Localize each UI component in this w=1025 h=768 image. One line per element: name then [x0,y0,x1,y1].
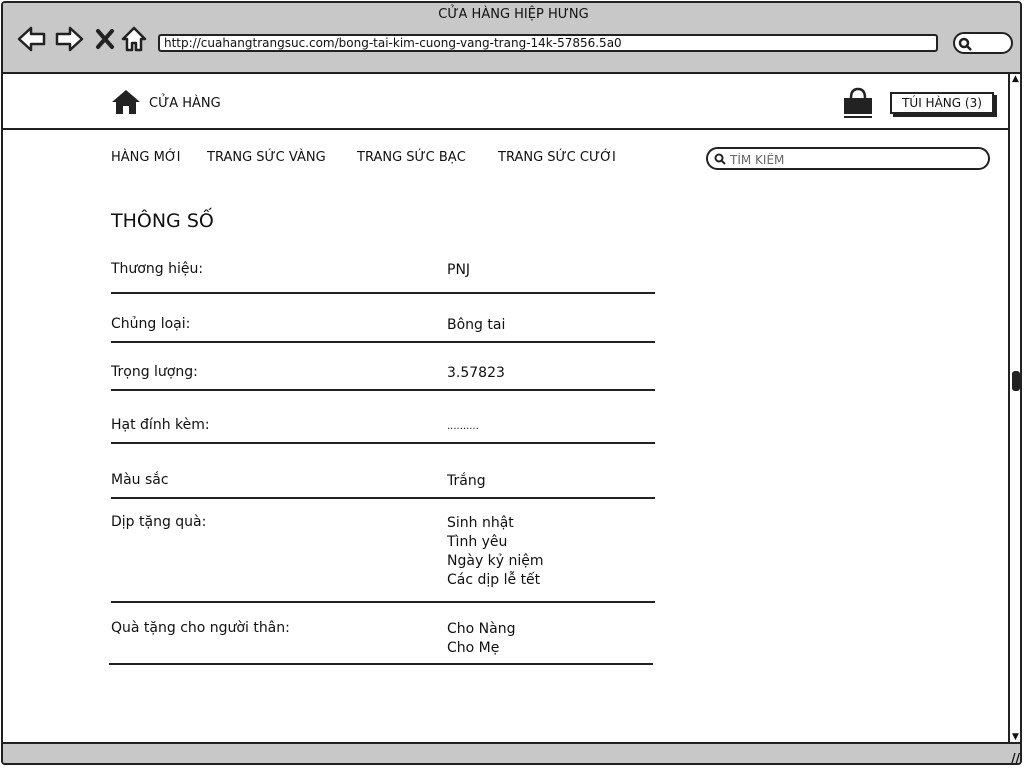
search-icon [714,153,726,165]
divider [111,341,655,343]
divider [111,442,655,444]
search-input[interactable] [728,150,982,169]
browser-search[interactable] [953,32,1013,54]
shopping-bag-icon[interactable] [841,86,875,124]
site-header: CỬA HÀNG TÚI HÀNG (3) [3,74,1008,130]
spec-value: Sinh nhật Tình yêu Ngày kỷ niệm Các dịp … [447,515,544,588]
scroll-thumb[interactable] [1012,371,1020,391]
search-icon [958,37,972,51]
divider [111,389,655,391]
specs-title: THÔNG SỐ [111,210,214,232]
menu-gold-jewelry[interactable]: TRANG SỨC VÀNG [207,150,326,165]
page-content: CỬA HÀNG TÚI HÀNG (3) HÀNG MỚI TRANG SỨC… [3,74,1008,742]
spec-label: Chủng loại: [111,316,191,332]
divider [109,663,653,665]
spec-value: Bông tai [447,317,506,333]
resize-grip-icon[interactable]: // [1011,751,1020,763]
spec-value: .......... [447,421,479,432]
spec-value: Trắng [447,473,486,489]
home-logo-icon[interactable] [111,89,141,119]
menu-wedding-jewelry[interactable]: TRANG SỨC CƯỚI [498,150,616,165]
divider [111,292,655,294]
vertical-scrollbar[interactable]: ▲ ▼ [1008,74,1020,742]
address-bar[interactable]: http://cuahangtrangsuc.com/bong-tai-kim-… [158,34,938,52]
spec-value: 3.57823 [447,365,505,381]
browser-toolbar: CỬA HÀNG HIỆP HƯNG http://cuahangtrangsu… [3,3,1020,74]
spec-label: Dịp tặng quà: [111,514,207,530]
spec-value: PNJ [447,262,471,278]
menu-silver-jewelry[interactable]: TRANG SỨC BẠC [357,150,466,165]
close-icon[interactable] [94,25,122,53]
spec-label: Hạt đính kèm: [111,417,210,433]
menu-new-items[interactable]: HÀNG MỚI [111,150,181,165]
scroll-down-icon[interactable]: ▼ [1012,732,1019,742]
divider [111,601,655,603]
forward-arrow-icon[interactable] [54,25,84,53]
spec-label: Trọng lượng: [111,364,198,380]
window-title: CỬA HÀNG HIỆP HƯNG [438,7,589,22]
status-bar: // [3,742,1020,763]
store-name[interactable]: CỬA HÀNG [149,96,221,111]
cart-button[interactable]: TÚI HÀNG (3) [890,92,994,114]
browser-window: CỬA HÀNG HIỆP HƯNG http://cuahangtrangsu… [1,1,1022,765]
spec-value: Cho Nàng Cho Mẹ [447,621,516,656]
home-icon[interactable] [120,25,148,53]
spec-label: Màu sắc [111,472,169,488]
scroll-up-icon[interactable]: ▲ [1012,74,1019,84]
spec-label: Quà tặng cho người thân: [111,620,290,636]
divider [111,497,655,499]
back-arrow-icon[interactable] [17,25,46,53]
spec-label: Thương hiệu: [111,261,204,277]
site-search[interactable] [706,147,990,170]
